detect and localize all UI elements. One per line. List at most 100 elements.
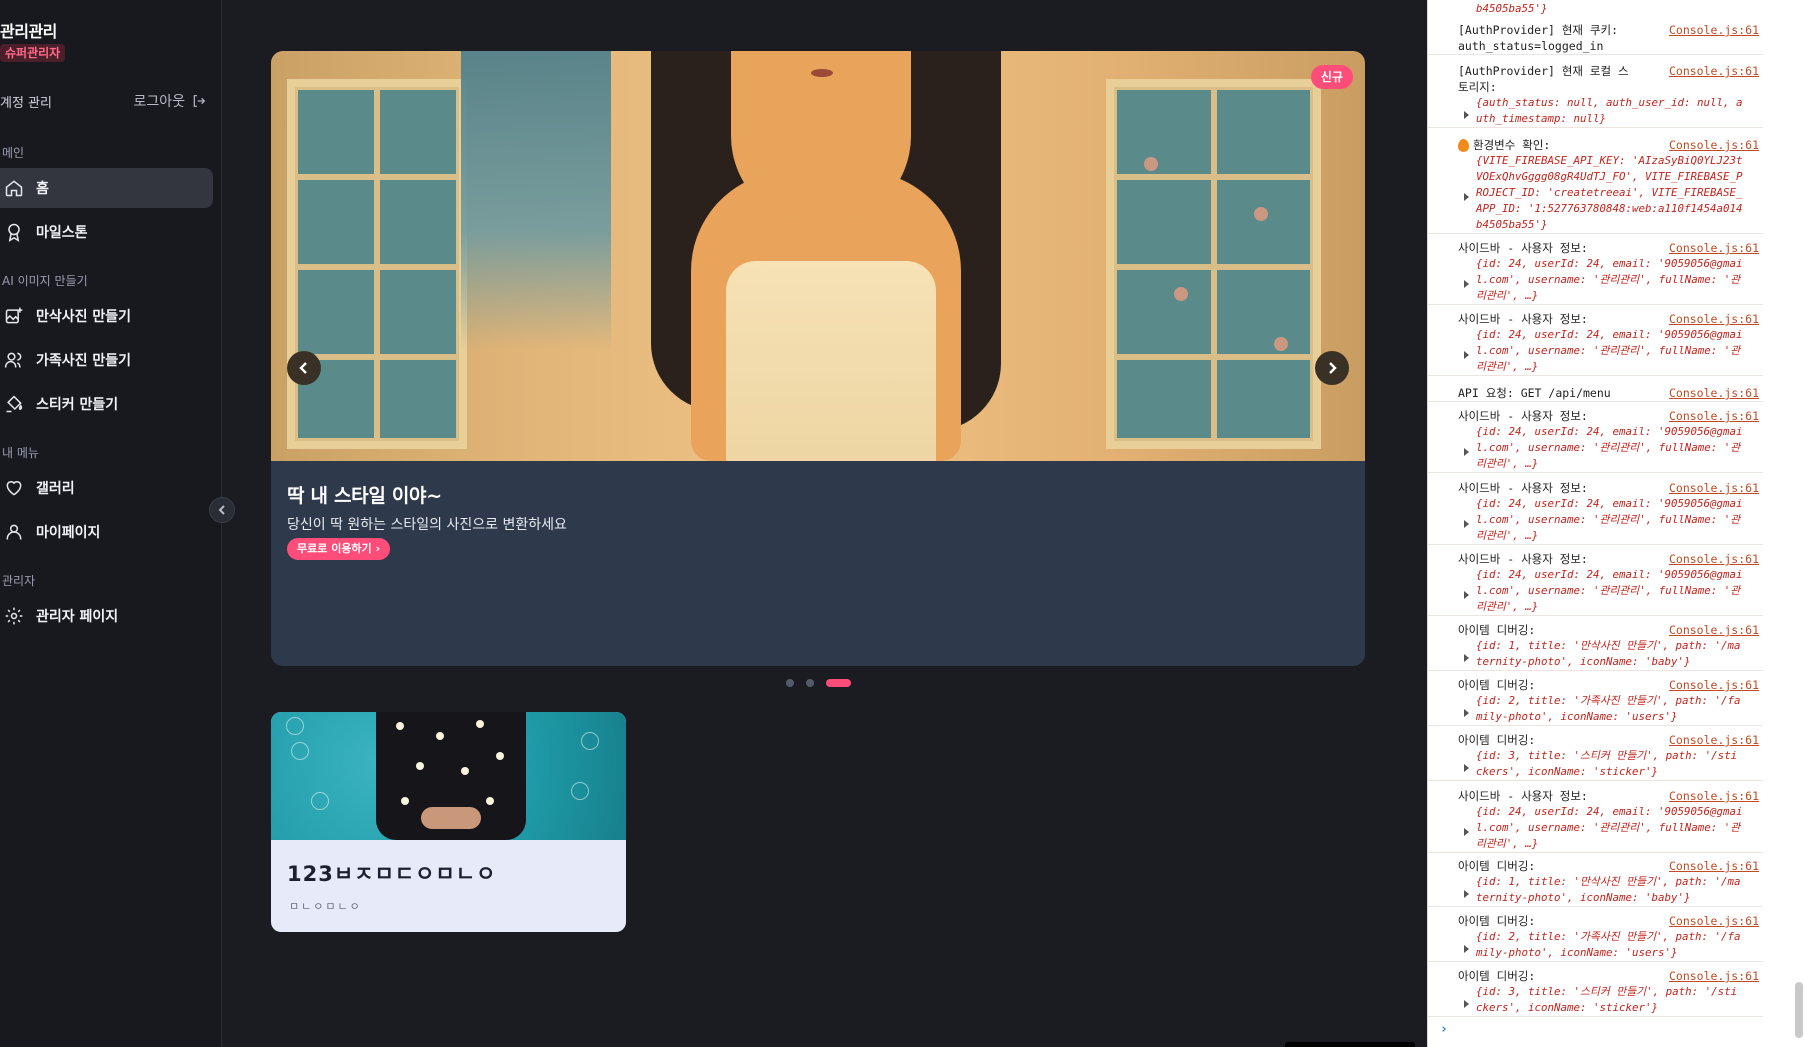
expand-triangle-icon[interactable] [1464, 709, 1469, 717]
carousel-indicators [786, 679, 851, 687]
expand-triangle-icon[interactable] [1464, 351, 1469, 359]
free-trial-button[interactable]: 무료로 이용하기 › [287, 538, 391, 560]
carousel-next-button[interactable] [1315, 351, 1349, 385]
expand-triangle-icon[interactable] [1464, 193, 1469, 201]
console-object-text: {auth_status: null, auth_user_id: null, … [1476, 96, 1743, 125]
carousel-dot-active[interactable] [826, 679, 851, 687]
console-object-text: {id: 2, title: '가족사진 만들기', path: '/famil… [1476, 694, 1741, 723]
console-object-preview[interactable]: {id: 3, title: '스티커 만들기', path: '/sticke… [1458, 748, 1743, 780]
expand-triangle-icon[interactable] [1464, 890, 1469, 898]
console-source-link[interactable]: Console.js:61 [1669, 732, 1759, 748]
console-object-preview[interactable]: {id: 2, title: '가족사진 만들기', path: '/famil… [1458, 929, 1743, 961]
banner-title: 딱 내 스타일 이야~ [287, 485, 442, 507]
card-subtitle: ㅁㄴㅇㅁㄴㅇ [289, 900, 362, 913]
console-source-link[interactable]: Console.js:61 [1669, 408, 1759, 424]
section-label-admin: 관리자 [2, 574, 36, 588]
account-settings-link[interactable]: 계정 관리 [0, 92, 52, 111]
sidebar-item-admin[interactable]: 관리자 페이지 [0, 596, 213, 636]
console-object-preview[interactable]: {id: 24, userId: 24, email: '9059056@gma… [1458, 327, 1743, 375]
card-title: 123ㅂㅈㅁㄷㅇㅁㄴㅇ [287, 862, 497, 886]
console-source-link[interactable]: Console.js:61 [1669, 311, 1759, 327]
console-object-preview[interactable]: {VITE_FIREBASE_API_KEY: 'AIzaSyBiQ0YLJ23… [1458, 153, 1743, 233]
expand-triangle-icon[interactable] [1464, 591, 1469, 599]
console-entry: 사이드바 - 사용자 정보: Console.js:61 {id: 24, user… [1428, 240, 1763, 305]
section-label-ai: AI 이미지 만들기 [2, 274, 88, 288]
sidebar-item-sticker[interactable]: 스티커 만들기 [0, 384, 213, 424]
carousel-prev-button[interactable] [287, 351, 321, 385]
sidebar-item-maternity[interactable]: 만삭사진 만들기 [0, 296, 213, 336]
sidebar-item-gallery[interactable]: 갤러리 [0, 468, 213, 508]
console-object-text: {id: 3, title: '스티커 만들기', path: '/sticke… [1476, 985, 1738, 1014]
console-message-text: 사이드바 - 사용자 정보: [1458, 409, 1588, 423]
console-scrollbar[interactable] [1795, 982, 1803, 1038]
console-message-continued: auth_status=logged_in [1458, 39, 1604, 53]
console-object-preview[interactable]: {auth_status: null, auth_user_id: null, … [1458, 95, 1743, 127]
console-message-text: 아이템 디버깅: [1458, 859, 1536, 873]
console-source-link[interactable]: Console.js:61 [1669, 385, 1759, 401]
console-message-text: 아이템 디버깅: [1458, 914, 1536, 928]
hero-banner[interactable]: 신규 딱 내 스타일 이야~ 당신이 딱 원하는 스타일의 사진으로 변환하세요… [271, 51, 1365, 666]
expand-triangle-icon[interactable] [1464, 764, 1469, 772]
console-object-text: {VITE_FIREBASE_API_KEY: 'AIzaSyBiQ0YLJ23… [1476, 154, 1743, 231]
console-object-text: {id: 24, userId: 24, email: '9059056@gma… [1476, 328, 1743, 373]
image-plus-icon [5, 307, 23, 324]
banner-illustration [271, 51, 1365, 461]
console-source-link[interactable]: Console.js:61 [1669, 480, 1759, 496]
carousel-dot[interactable] [806, 679, 814, 687]
console-message-text: 사이드바 - 사용자 정보: [1458, 312, 1588, 326]
expand-triangle-icon[interactable] [1464, 111, 1469, 119]
chevron-left-icon [299, 362, 307, 374]
console-object-preview[interactable]: {id: 24, userId: 24, email: '9059056@gma… [1458, 804, 1743, 852]
console-source-link[interactable]: Console.js:61 [1669, 858, 1759, 874]
console-message-continued: 토리지: [1458, 80, 1497, 94]
cta-label: 무료로 이용하기 [297, 542, 372, 555]
window-left-illustration [287, 79, 467, 449]
console-entry: 아이템 디버깅: Console.js:61 {id: 2, title: '가족사… [1428, 677, 1763, 726]
expand-triangle-icon[interactable] [1464, 520, 1469, 528]
expand-triangle-icon[interactable] [1464, 448, 1469, 456]
console-entry: 아이템 디버깅: Console.js:61 {id: 3, title: '스티커… [1428, 732, 1763, 781]
console-object-preview[interactable]: {id: 3, title: '스티커 만들기', path: '/sticke… [1458, 984, 1743, 1016]
sidebar-item-mypage[interactable]: 마이페이지 [0, 512, 213, 552]
expand-triangle-icon[interactable] [1464, 654, 1469, 662]
expand-triangle-icon[interactable] [1464, 828, 1469, 836]
sidebar-item-label: 스티커 만들기 [36, 397, 119, 413]
sidebar-item-label: 마이페이지 [36, 525, 101, 541]
console-source-link[interactable]: Console.js:61 [1669, 622, 1759, 638]
sidebar-item-family[interactable]: 가족사진 만들기 [0, 340, 213, 380]
console-source-link[interactable]: Console.js:61 [1669, 22, 1759, 38]
sidebar-item-label: 홈 [36, 181, 49, 197]
console-entry: 아이템 디버깅: Console.js:61 {id: 2, title: '가족사… [1428, 913, 1763, 962]
sidebar-item-label: 갤러리 [36, 481, 75, 497]
console-entry: 아이템 디버깅: Console.js:61 {id: 1, title: '만삭사… [1428, 622, 1763, 671]
console-message-text: 사이드바 - 사용자 정보: [1458, 241, 1588, 255]
console-prompt[interactable]: › [1440, 1022, 1448, 1037]
console-source-link[interactable]: Console.js:61 [1669, 788, 1759, 804]
console-object-preview[interactable]: {id: 24, userId: 24, email: '9059056@gma… [1458, 496, 1743, 544]
console-object-preview[interactable]: {id: 24, userId: 24, email: '9059056@gma… [1458, 424, 1743, 472]
console-object-preview[interactable]: {id: 24, userId: 24, email: '9059056@gma… [1458, 567, 1743, 615]
console-source-link[interactable]: Console.js:61 [1669, 677, 1759, 693]
expand-triangle-icon[interactable] [1464, 1000, 1469, 1008]
banner-subtitle: 당신이 딱 원하는 스타일의 사진으로 변환하세요 [287, 517, 567, 533]
console-message-text: 사이드바 - 사용자 정보: [1458, 789, 1588, 803]
console-object-preview[interactable]: {id: 2, title: '가족사진 만들기', path: '/famil… [1458, 693, 1743, 725]
sidebar-collapse-button[interactable] [209, 497, 235, 523]
console-source-link[interactable]: Console.js:61 [1669, 240, 1759, 256]
carousel-dot[interactable] [786, 679, 794, 687]
sidebar-item-milestone[interactable]: 마일스톤 [0, 212, 213, 252]
console-object-preview[interactable]: {id: 1, title: '만삭사진 만들기', path: '/mater… [1458, 874, 1743, 906]
console-source-link[interactable]: Console.js:61 [1669, 63, 1759, 79]
paint-bucket-icon [6, 395, 23, 413]
expand-triangle-icon[interactable] [1464, 280, 1469, 288]
console-entry: [AuthProvider] 현재 쿠키: auth_status=logged_… [1428, 22, 1763, 55]
logout-button[interactable]: 로그아웃 [133, 91, 207, 111]
console-source-link[interactable]: Console.js:61 [1669, 968, 1759, 984]
console-source-link[interactable]: Console.js:61 [1669, 551, 1759, 567]
expand-triangle-icon[interactable] [1464, 945, 1469, 953]
console-object-preview[interactable]: {id: 1, title: '만삭사진 만들기', path: '/mater… [1458, 638, 1743, 670]
console-object-preview[interactable]: {id: 24, userId: 24, email: '9059056@gma… [1458, 256, 1743, 304]
console-source-link[interactable]: Console.js:61 [1669, 913, 1759, 929]
sidebar-item-home[interactable]: 홈 [0, 168, 213, 208]
console-source-link[interactable]: Console.js:61 [1669, 137, 1759, 153]
